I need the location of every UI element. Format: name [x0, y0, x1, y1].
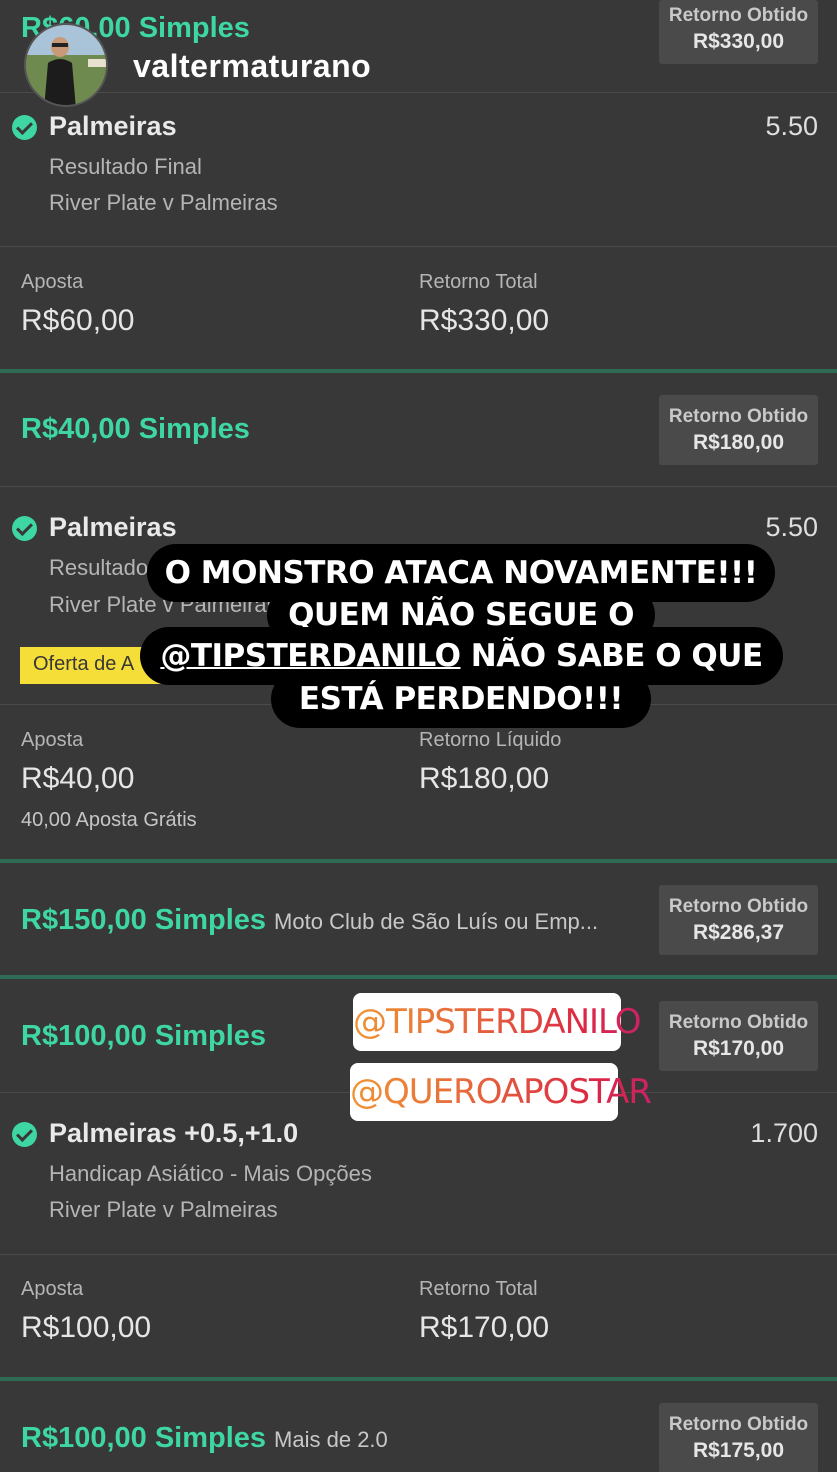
returned-box: Retorno Obtido R$175,00	[659, 1403, 818, 1472]
returned-box: Retorno Obtido R$286,37	[659, 885, 818, 955]
selection-odds: 5.50	[765, 111, 818, 141]
return-value: R$330,00	[419, 304, 550, 337]
event-name: River Plate v Palmeiras	[49, 190, 278, 215]
bet-selection-summary: Moto Club de São Luís ou Emp...	[274, 909, 599, 934]
check-icon	[12, 516, 37, 541]
market-name: Handicap Asiático - Mais Opções	[49, 1161, 372, 1186]
returned-value: R$170,00	[692, 1037, 785, 1060]
return-label: Retorno Líquido	[419, 729, 562, 751]
free-bet-note: 40,00 Aposta Grátis	[21, 809, 197, 831]
stake-value: R$100,00	[21, 1311, 152, 1344]
returned-value: R$330,00	[692, 30, 785, 53]
returned-label: Retorno Obtido	[668, 896, 809, 917]
market-name: Resultado	[49, 555, 149, 580]
selection-odds: 1.700	[750, 1118, 818, 1148]
story-username[interactable]: valtermaturano	[133, 48, 371, 85]
returned-value: R$180,00	[692, 431, 785, 454]
selection-name: Palmeiras	[49, 512, 177, 542]
returned-value: R$175,00	[692, 1439, 785, 1462]
returned-value: R$286,37	[692, 921, 785, 944]
event-name: River Plate v Palmeiras	[49, 1197, 278, 1222]
stake-value: R$40,00	[21, 762, 135, 795]
stake-label: Aposta	[21, 271, 84, 293]
mention-sticker-text: @TIPSTERDANILO	[353, 1002, 642, 1042]
bet-stake-type: R$150,00 Simples	[21, 904, 267, 936]
bet-selection-summary: Mais de 2.0	[274, 1427, 388, 1452]
stake-label: Aposta	[21, 1278, 84, 1300]
returned-label: Retorno Obtido	[668, 5, 809, 26]
returned-box: Retorno Obtido R$330,00	[659, 0, 818, 64]
bet-header-title: R$40,00 Simples	[21, 413, 250, 445]
selection-name: Palmeiras +0.5,+1.0	[49, 1118, 299, 1148]
caption-mention[interactable]: @TIPSTERDANILO	[160, 638, 461, 674]
bet-stake-type: R$100,00 Simples	[21, 1422, 267, 1454]
check-icon	[12, 1122, 37, 1147]
avatar[interactable]	[24, 23, 108, 107]
avatar-photo-icon	[26, 25, 106, 105]
caption-line-3-text: NÃO SABE O QUE	[470, 638, 763, 674]
market-name: Resultado Final	[49, 154, 202, 179]
bet-header-title: R$150,00 Simples Moto Club de São Luís ou…	[21, 904, 598, 937]
returned-label: Retorno Obtido	[668, 1012, 809, 1033]
return-label: Retorno Total	[419, 1278, 538, 1300]
check-icon	[12, 115, 37, 140]
returned-box: Retorno Obtido R$170,00	[659, 1001, 818, 1071]
stake-value: R$60,00	[21, 304, 135, 337]
returned-label: Retorno Obtido	[668, 406, 809, 427]
mention-sticker-queroapostar[interactable]: @QUEROAPOSTAR	[350, 1063, 652, 1121]
return-value: R$170,00	[419, 1311, 550, 1344]
selection-odds: 5.50	[765, 512, 818, 542]
bet-header-title: R$100,00 Simples Mais de 2.0	[21, 1422, 388, 1455]
returned-box: Retorno Obtido R$180,00	[659, 395, 818, 465]
caption-line-4: ESTÁ PERDENDO!!!	[271, 670, 651, 728]
return-value: R$180,00	[419, 762, 550, 795]
returned-label: Retorno Obtido	[668, 1414, 809, 1435]
mention-sticker-tipsterdanilo[interactable]: @TIPSTERDANILO	[353, 993, 642, 1051]
stake-label: Aposta	[21, 729, 84, 751]
mention-sticker-text: @QUEROAPOSTAR	[350, 1072, 652, 1112]
bet-header-title: R$100,00 Simples	[21, 1020, 267, 1052]
return-label: Retorno Total	[419, 271, 538, 293]
selection-name: Palmeiras	[49, 111, 177, 141]
